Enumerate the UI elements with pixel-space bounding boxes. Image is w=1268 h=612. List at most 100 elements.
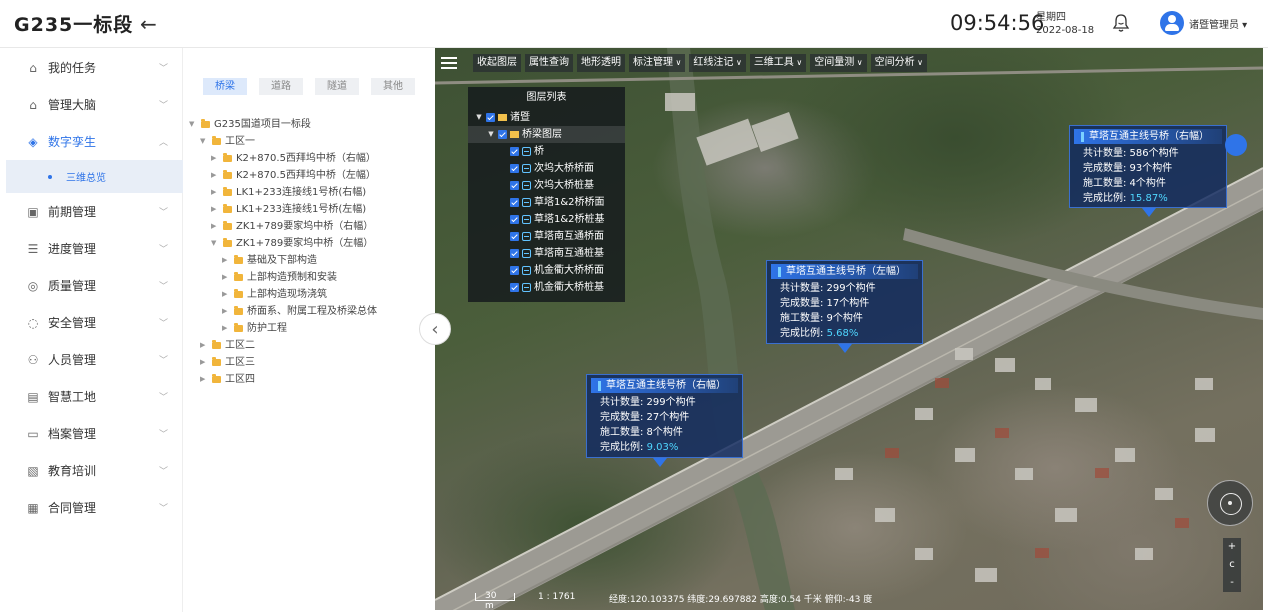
- map-marker-icon[interactable]: [838, 344, 852, 353]
- tree-node[interactable]: ▶ 工区四: [189, 371, 377, 388]
- layer-icon: [522, 198, 531, 207]
- toolbar-button[interactable]: 标注管理: [629, 54, 686, 72]
- tree-node[interactable]: ▶ LK1+233连接线1号桥(右幅): [189, 184, 377, 201]
- checkbox[interactable]: [486, 113, 495, 122]
- folder-icon: [498, 114, 507, 121]
- sidebar-item[interactable]: ◌ 安全管理 ﹀: [0, 304, 182, 341]
- map-view[interactable]: 收起图层属性查询地形透明标注管理红线注记三维工具空间量测空间分析 图层列表 ▼ 诸…: [435, 48, 1263, 610]
- layer-row[interactable]: 机金衢大桥桥面: [468, 262, 625, 279]
- layer-row[interactable]: 草塔南互通桥面: [468, 228, 625, 245]
- category-tab[interactable]: 道路: [259, 78, 303, 95]
- chevron-down-icon: ﹀: [158, 208, 168, 218]
- toolbar-button[interactable]: 属性查询: [525, 54, 573, 72]
- layer-row[interactable]: 次坞大桥桩基: [468, 177, 625, 194]
- tree-node[interactable]: ▶ K2+870.5西拜坞中桥（左幅）: [189, 167, 377, 184]
- sidebar-item-label: 数字孪生: [48, 135, 97, 149]
- tree-node-label: 工区二: [225, 340, 255, 351]
- tree-node[interactable]: ▼ G235国道项目一标段: [189, 116, 377, 133]
- layer-row[interactable]: 次坞大桥桥面: [468, 160, 625, 177]
- bridge-info-popup[interactable]: 草塔互通主线号桥（右幅） 共计数量: 299个构件 完成数量: 27个构件 施工数量:…: [586, 374, 743, 458]
- layer-icon: [522, 283, 531, 292]
- layer-row[interactable]: 机金衢大桥桩基: [468, 279, 625, 296]
- sidebar-item[interactable]: ▦ 合同管理 ﹀: [0, 489, 182, 526]
- sidebar-item[interactable]: ⌂ 管理大脑 ﹀: [0, 86, 182, 123]
- zoom-out-button[interactable]: -: [1230, 577, 1234, 589]
- folder-icon: [212, 357, 221, 366]
- checkbox[interactable]: [498, 130, 507, 139]
- tree-node[interactable]: ▼ ZK1+789要家坞中桥（左幅）: [189, 235, 377, 252]
- checkbox[interactable]: [510, 283, 519, 292]
- checkbox[interactable]: [510, 232, 519, 241]
- layer-row[interactable]: 草塔1&2桥桩基: [468, 211, 625, 228]
- tree-node[interactable]: ▶ ZK1+789要家坞中桥（右幅）: [189, 218, 377, 235]
- chevron-left-icon: ‹: [431, 318, 439, 340]
- sidebar-item[interactable]: ⚇ 人员管理 ﹀: [0, 341, 182, 378]
- sidebar-item[interactable]: ▧ 教育培训 ﹀: [0, 452, 182, 489]
- layer-row[interactable]: 桥: [468, 143, 625, 160]
- tree-node-label: K2+870.5西拜坞中桥（左幅）: [236, 170, 376, 181]
- checkbox[interactable]: [510, 198, 519, 207]
- sidebar-item[interactable]: ▤ 智慧工地 ﹀: [0, 378, 182, 415]
- category-tab[interactable]: 其他: [371, 78, 415, 95]
- username[interactable]: 诸暨管理员 ▾: [1189, 16, 1247, 31]
- checkbox[interactable]: [510, 266, 519, 275]
- bridge-info-popup[interactable]: 草塔互通主线号桥（左幅） 共计数量: 299个构件 完成数量: 17个构件 施工数量:…: [766, 260, 923, 344]
- checkbox[interactable]: [510, 181, 519, 190]
- map-marker-icon[interactable]: [653, 458, 667, 467]
- toolbar-button[interactable]: 空间量测: [810, 54, 867, 72]
- sidebar-item[interactable]: ▣ 前期管理 ﹀: [0, 193, 182, 230]
- sidebar-item-label: 质量管理: [48, 279, 97, 293]
- checkbox[interactable]: [510, 249, 519, 258]
- checkbox[interactable]: [510, 147, 519, 156]
- tree-node[interactable]: ▶ 基础及下部构造: [189, 252, 377, 269]
- category-tab[interactable]: 隧道: [315, 78, 359, 95]
- toolbar-button[interactable]: 三维工具: [749, 54, 807, 72]
- category-tab[interactable]: 桥梁: [203, 78, 247, 95]
- tree-node[interactable]: ▶ 防护工程: [189, 320, 377, 337]
- bridge-info-popup[interactable]: 草塔互通主线号桥（右幅） 共计数量: 586个构件 完成数量: 93个构件 施工数量:…: [1069, 125, 1227, 208]
- layer-row[interactable]: 草塔南互通桩基: [468, 245, 625, 262]
- collapse-panel-button[interactable]: ‹: [419, 313, 451, 345]
- compass-icon[interactable]: [1207, 480, 1253, 526]
- sidebar-item-label: 我的任务: [48, 61, 97, 75]
- avatar[interactable]: [1160, 11, 1184, 35]
- bridge-badge-icon[interactable]: [1225, 134, 1247, 156]
- zoom-in-button[interactable]: +: [1228, 541, 1236, 553]
- bell-icon[interactable]: [1110, 12, 1132, 34]
- toolbar-button[interactable]: 空间分析: [870, 54, 928, 72]
- popup-line-ratio: 完成比例: 9.03%: [587, 440, 742, 455]
- ratio-value: 15.87%: [1129, 193, 1168, 204]
- tree-node[interactable]: ▶ 桥面系、附属工程及桥梁总体: [189, 303, 377, 320]
- layer-row[interactable]: ▼ 桥梁图层: [468, 126, 625, 143]
- tree-node[interactable]: ▶ K2+870.5西拜坞中桥（右幅）: [189, 150, 377, 167]
- tree-node[interactable]: ▶ 工区二: [189, 337, 377, 354]
- tree-node[interactable]: ▼ 工区一: [189, 133, 377, 150]
- layer-label: 草塔1&2桥桩基: [534, 214, 605, 225]
- checkbox[interactable]: [510, 164, 519, 173]
- sidebar-subitem[interactable]: 三维总览: [6, 160, 183, 193]
- arrow-left-icon[interactable]: ←: [140, 12, 157, 36]
- sidebar-item[interactable]: ☰ 进度管理 ﹀: [0, 230, 182, 267]
- tree-node[interactable]: ▶ 工区三: [189, 354, 377, 371]
- toolbar-button[interactable]: 红线注记: [689, 54, 746, 72]
- map-marker-icon[interactable]: [1142, 208, 1156, 217]
- toolbar-button[interactable]: 收起图层: [473, 54, 521, 72]
- folder-icon: [223, 170, 232, 179]
- reset-view-button[interactable]: c: [1229, 559, 1235, 571]
- sidebar-item-label: 安全管理: [48, 316, 97, 330]
- menu-icon[interactable]: [441, 57, 457, 69]
- tree-node[interactable]: ▶ 上部构造预制和安装: [189, 269, 377, 286]
- tree-node[interactable]: ▶ LK1+233连接线1号桥(左幅): [189, 201, 377, 218]
- checkbox[interactable]: [510, 215, 519, 224]
- folder-icon: [223, 187, 232, 196]
- sidebar-item[interactable]: ⌂ 我的任务 ﹀: [0, 49, 182, 86]
- sidebar-item[interactable]: ▭ 档案管理 ﹀: [0, 415, 182, 452]
- layer-row[interactable]: ▼ 诸暨: [468, 109, 625, 126]
- sidebar-item[interactable]: ◎ 质量管理 ﹀: [0, 267, 182, 304]
- sidebar-item[interactable]: ◈ 数字孪生 ︿: [0, 123, 182, 160]
- toolbar-button[interactable]: 地形透明: [577, 54, 625, 72]
- layer-row[interactable]: 草塔1&2桥桥面: [468, 194, 625, 211]
- tree-node-label: ZK1+789要家坞中桥（左幅）: [236, 238, 374, 249]
- tree-node[interactable]: ▶ 上部构造现场浇筑: [189, 286, 377, 303]
- app-root: G235一标段 ← 09:54:56 星期四 2022-08-18 诸暨管理员 …: [0, 0, 1268, 612]
